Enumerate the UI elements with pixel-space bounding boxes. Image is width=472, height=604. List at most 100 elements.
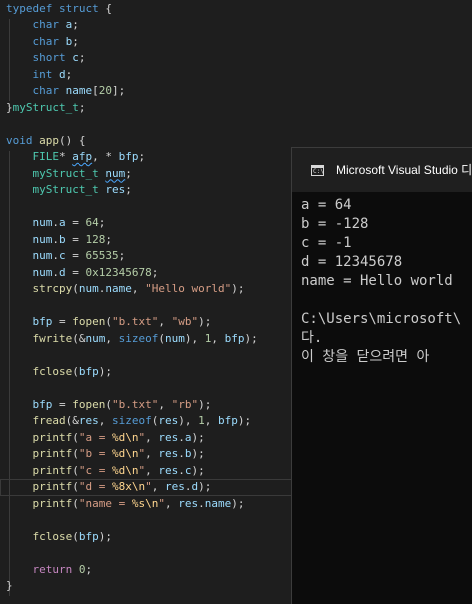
code-token: c: [72, 51, 79, 64]
code-line: printf("a = %d\n", res.a);: [0, 430, 205, 447]
code-token: ,: [151, 480, 165, 493]
code-token: num: [32, 249, 53, 262]
code-token: res: [78, 414, 99, 427]
code-token: num: [78, 282, 99, 295]
code-token: b: [59, 232, 66, 246]
code-token: ;: [118, 249, 126, 262]
code-token: bfp: [218, 414, 238, 427]
code-line: printf("c = %d\n", res.c);: [0, 463, 205, 480]
code-token: ,: [145, 463, 159, 477]
code-line: }myStruct_t;: [0, 100, 85, 117]
code-token: fclose: [32, 529, 73, 543]
code-token: int: [32, 67, 53, 81]
code-token: ),: [178, 414, 199, 427]
code-token: ,: [158, 315, 172, 328]
code-line: strcpy(num.name, "Hello world");: [0, 281, 245, 298]
code-line: num.c = 65535;: [0, 248, 126, 265]
console-output-line: 다.: [301, 330, 323, 346]
code-token: %d\n: [112, 463, 139, 477]
code-token: );: [231, 282, 245, 295]
code-token: ": [145, 480, 152, 493]
code-token: sizeof: [112, 414, 152, 427]
code-token: (: [72, 529, 79, 543]
code-token: (&: [65, 414, 79, 427]
code-token: }: [6, 100, 13, 114]
code-token: ;: [78, 100, 86, 114]
code-token: name: [65, 84, 93, 97]
code-token: (: [72, 447, 79, 460]
code-token: ,: [158, 397, 172, 411]
code-line: printf("name = %s\n", res.name);: [0, 496, 245, 513]
code-token: ,: [164, 496, 179, 510]
code-line: char name[20];: [0, 83, 126, 100]
code-line: return 0;: [0, 562, 93, 579]
code-token: bfp: [118, 150, 139, 163]
code-token: 20: [98, 84, 112, 97]
code-token: 64: [85, 216, 99, 229]
code-token: myStruct_t: [12, 100, 79, 114]
code-token: );: [244, 331, 258, 345]
code-token: ;: [85, 562, 93, 576]
code-token: printf: [32, 496, 73, 510]
code-token: {: [98, 1, 112, 15]
code-token: fopen: [72, 397, 106, 411]
code-token: (: [72, 430, 79, 444]
code-token: %8x\n: [112, 480, 146, 493]
code-token: ;: [151, 265, 159, 279]
code-token: .: [178, 463, 185, 477]
code-line: char a;: [0, 17, 79, 34]
code-line: num.b = 128;: [0, 232, 113, 249]
code-token: printf: [32, 430, 73, 444]
code-token: ;: [125, 183, 132, 196]
code-token: sizeof: [118, 331, 159, 345]
code-token: "b =: [78, 447, 112, 460]
code-token: %d\n: [112, 430, 139, 444]
code-token: c: [59, 249, 66, 262]
code-line: myStruct_t res;: [0, 182, 132, 199]
code-token: fread: [32, 414, 66, 427]
code-token: ;: [78, 51, 86, 64]
console-titlebar[interactable]: C:\ Microsoft Visual Studio 디: [292, 148, 472, 192]
code-token: .: [178, 447, 185, 460]
code-line: fclose(bfp);: [0, 364, 113, 381]
code-token: "d =: [78, 480, 112, 493]
code-token: c: [184, 463, 192, 477]
code-token: (: [72, 364, 79, 378]
code-token: =: [65, 216, 86, 229]
code-token: res: [158, 463, 179, 477]
code-token: name: [105, 282, 132, 295]
code-token: res: [158, 430, 179, 444]
code-token: ,: [145, 447, 159, 460]
code-token: printf: [32, 463, 73, 477]
console-output[interactable]: a = 64 b = -128 c = -1 d = 12345678 name = H…: [301, 196, 461, 367]
code-line: void app() {: [0, 133, 86, 150]
code-token: .: [178, 430, 185, 444]
console-window[interactable]: C:\ Microsoft Visual Studio 디 a = 64 b = …: [291, 147, 472, 604]
code-token: res: [158, 447, 179, 460]
code-line: printf("b = %d\n", res.b);: [0, 446, 205, 463]
code-token: struct: [58, 1, 99, 15]
code-token: "b.txt": [112, 315, 159, 328]
code-token: ;: [138, 150, 146, 163]
code-token: bfp: [78, 529, 99, 543]
code-token: =: [65, 232, 86, 246]
code-token: num: [32, 216, 53, 229]
console-output-line: a = 64: [301, 197, 352, 213]
code-token: .: [52, 232, 59, 246]
code-token: (&: [72, 331, 86, 345]
code-token: =: [65, 249, 86, 262]
